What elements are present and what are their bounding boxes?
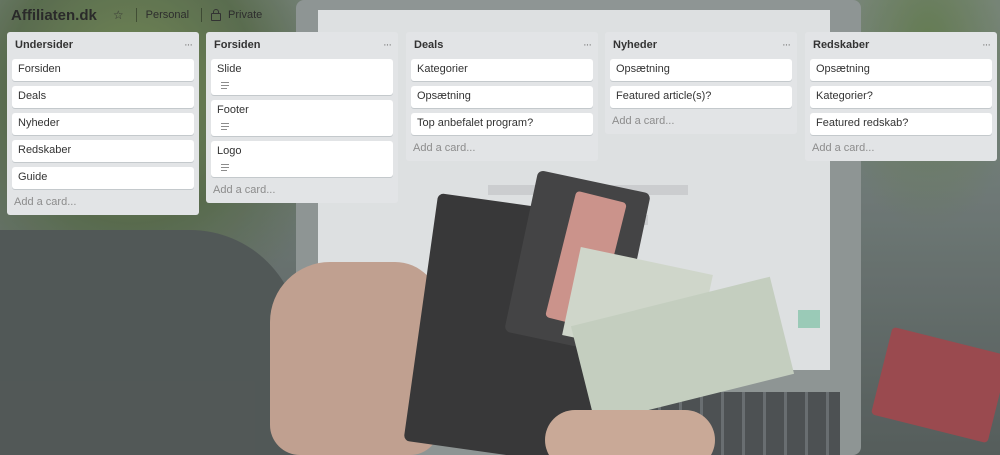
card[interactable]: Kategorier	[411, 59, 593, 81]
team-button[interactable]: Personal	[146, 9, 189, 21]
card[interactable]: Top anbefalet program?	[411, 113, 593, 135]
card-title: Top anbefalet program?	[417, 117, 534, 129]
board-title[interactable]: Affiliaten.dk	[11, 7, 97, 24]
star-icon[interactable]: ☆	[113, 8, 124, 22]
list-header: Undersider ···	[7, 32, 199, 53]
card[interactable]: Footer	[211, 100, 393, 136]
card[interactable]: Guide	[12, 167, 194, 189]
add-card-button[interactable]: Add a card...	[805, 140, 997, 161]
card-title: Opsætning	[616, 63, 670, 75]
visibility-label: Private	[228, 9, 263, 21]
card-title: Featured article(s)?	[616, 90, 712, 102]
ellipsis-icon[interactable]: ···	[782, 40, 791, 51]
card[interactable]: Kategorier?	[810, 86, 992, 108]
header-divider	[135, 8, 137, 22]
card[interactable]: Nyheder	[12, 113, 194, 135]
card-title: Nyheder	[18, 117, 60, 129]
card[interactable]: Opsætning	[411, 86, 593, 108]
list-header: Redskaber ···	[805, 32, 997, 53]
list-title[interactable]: Forsiden	[214, 39, 260, 51]
lock-icon	[211, 8, 222, 21]
description-icon	[221, 123, 229, 130]
card-title: Logo	[217, 145, 242, 157]
card[interactable]: Redskaber	[12, 140, 194, 162]
card[interactable]: Logo	[211, 141, 393, 177]
list-title[interactable]: Undersider	[15, 39, 73, 51]
add-card-button[interactable]: Add a card...	[406, 140, 598, 161]
add-card-button[interactable]: Add a card...	[7, 194, 199, 215]
list-header: Deals ···	[406, 32, 598, 53]
card[interactable]: Featured redskab?	[810, 113, 992, 135]
list-title[interactable]: Nyheder	[613, 39, 657, 51]
card-title: Opsætning	[417, 90, 471, 102]
ellipsis-icon[interactable]: ···	[982, 40, 991, 51]
list-undersider: Undersider ··· Forsiden Deals Nyheder Re…	[7, 32, 199, 215]
list-forsiden: Forsiden ··· Slide Footer Logo Add a car…	[206, 32, 398, 203]
ellipsis-icon[interactable]: ···	[184, 40, 193, 51]
visibility-button[interactable]: Private	[211, 8, 263, 21]
card-title: Footer	[217, 104, 249, 116]
card-title: Opsætning	[816, 63, 870, 75]
list-header: Forsiden ···	[206, 32, 398, 53]
card[interactable]: Deals	[12, 86, 194, 108]
list-header: Nyheder ···	[605, 32, 797, 53]
card[interactable]: Forsiden	[12, 59, 194, 81]
header-divider	[201, 8, 203, 22]
board-header: Affiliaten.dk ☆ Personal Private	[0, 0, 1000, 30]
card-title: Kategorier	[417, 63, 468, 75]
card-title: Featured redskab?	[816, 117, 909, 129]
list-title[interactable]: Deals	[414, 39, 443, 51]
card-title: Redskaber	[18, 144, 72, 156]
description-icon	[221, 164, 229, 171]
ellipsis-icon[interactable]: ···	[383, 40, 392, 51]
card-title: Deals	[18, 90, 47, 102]
list-nyheder: Nyheder ··· Opsætning Featured article(s…	[605, 32, 797, 134]
card[interactable]: Featured article(s)?	[610, 86, 792, 108]
card[interactable]: Opsætning	[610, 59, 792, 81]
list-title[interactable]: Redskaber	[813, 39, 869, 51]
card[interactable]: Slide	[211, 59, 393, 95]
card-title: Kategorier?	[816, 90, 873, 102]
ellipsis-icon[interactable]: ···	[583, 40, 592, 51]
description-icon	[221, 82, 229, 89]
card-title: Guide	[18, 171, 48, 183]
card[interactable]: Opsætning	[810, 59, 992, 81]
add-card-button[interactable]: Add a card...	[605, 113, 797, 134]
list-deals: Deals ··· Kategorier Opsætning Top anbef…	[406, 32, 598, 161]
add-card-button[interactable]: Add a card...	[206, 182, 398, 203]
card-title: Forsiden	[18, 63, 61, 75]
list-redskaber: Redskaber ··· Opsætning Kategorier? Feat…	[805, 32, 997, 161]
card-title: Slide	[217, 63, 242, 75]
